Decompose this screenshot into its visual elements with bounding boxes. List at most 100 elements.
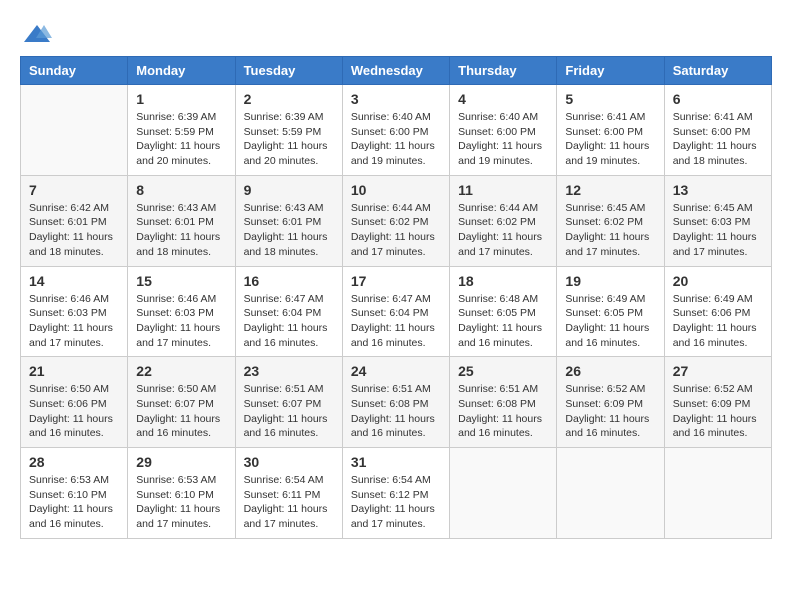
calendar-day-cell: 9 Sunrise: 6:43 AM Sunset: 6:01 PM Daylig…	[235, 175, 342, 266]
day-number: 2	[244, 91, 334, 107]
day-info: Sunrise: 6:50 AM Sunset: 6:07 PM Dayligh…	[136, 382, 226, 441]
weekday-header: Sunday	[21, 57, 128, 85]
day-info: Sunrise: 6:46 AM Sunset: 6:03 PM Dayligh…	[136, 292, 226, 351]
day-number: 12	[565, 182, 655, 198]
calendar-day-cell: 20 Sunrise: 6:49 AM Sunset: 6:06 PM Dayli…	[664, 266, 771, 357]
day-number: 19	[565, 273, 655, 289]
calendar-week-row: 28 Sunrise: 6:53 AM Sunset: 6:10 PM Dayli…	[21, 448, 772, 539]
calendar-day-cell: 15 Sunrise: 6:46 AM Sunset: 6:03 PM Dayli…	[128, 266, 235, 357]
day-number: 1	[136, 91, 226, 107]
weekday-header: Wednesday	[342, 57, 449, 85]
calendar-day-cell: 4 Sunrise: 6:40 AM Sunset: 6:00 PM Daylig…	[450, 85, 557, 176]
weekday-header: Tuesday	[235, 57, 342, 85]
day-number: 23	[244, 363, 334, 379]
weekday-header: Monday	[128, 57, 235, 85]
calendar-day-cell: 26Sunrise: 6:52 AM Sunset: 6:09 PM Dayli…	[557, 357, 664, 448]
calendar-day-cell: 1Sunrise: 6:39 AM Sunset: 5:59 PM Daylig…	[128, 85, 235, 176]
calendar-day-cell: 17Sunrise: 6:47 AM Sunset: 6:04 PM Dayli…	[342, 266, 449, 357]
calendar-day-cell: 16 Sunrise: 6:47 AM Sunset: 6:04 PM Dayli…	[235, 266, 342, 357]
calendar-week-row: 1 Sunrise: 6:39 AM Sunset: 5:59 PM Daylig…	[21, 85, 772, 176]
day-number: 27	[673, 363, 763, 379]
day-info: Sunrise: 6:45 AM Sunset: 6:03 PM Dayligh…	[673, 201, 763, 260]
day-info: Sunrise: 6:49 AM Sunset: 6:05 PM Dayligh…	[565, 292, 655, 351]
day-info: Sunrise: 6:52 AM Sunset: 6:09 PM Dayligh…	[565, 382, 655, 441]
day-number: 9	[244, 182, 334, 198]
day-info: Sunrise: 6:47 AM Sunset: 6:04 PM Dayligh…	[351, 292, 441, 351]
day-info: Sunrise: 6:51 AM Sunset: 6:08 PM Dayligh…	[351, 382, 441, 441]
day-info: Sunrise: 6:44 AM Sunset: 6:02 PM Dayligh…	[351, 201, 441, 260]
calendar-header-row: SundayMondayTuesdayWednesdayThursdayFrid…	[21, 57, 772, 85]
day-number: 3	[351, 91, 441, 107]
day-number: 28	[29, 454, 119, 470]
calendar-day-cell: 10 Sunrise: 6:44 AM Sunset: 6:02 PM Dayli…	[342, 175, 449, 266]
calendar-day-cell: 12 Sunrise: 6:45 AM Sunset: 6:02 PM Dayli…	[557, 175, 664, 266]
day-number: 13	[673, 182, 763, 198]
calendar-day-cell: 29 Sunrise: 6:53 AM Sunset: 6:10 PM Dayli…	[128, 448, 235, 539]
calendar-day-cell: 3 Sunrise: 6:40 AM Sunset: 6:00 PM Daylig…	[342, 85, 449, 176]
logo	[20, 20, 52, 46]
calendar-day-cell: 6Sunrise: 6:41 AM Sunset: 6:00 PM Daylig…	[664, 85, 771, 176]
day-number: 11	[458, 182, 548, 198]
day-info: Sunrise: 6:46 AM Sunset: 6:03 PM Dayligh…	[29, 292, 119, 351]
day-info: Sunrise: 6:47 AM Sunset: 6:04 PM Dayligh…	[244, 292, 334, 351]
calendar-day-cell: 8Sunrise: 6:43 AM Sunset: 6:01 PM Daylig…	[128, 175, 235, 266]
day-info: Sunrise: 6:40 AM Sunset: 6:00 PM Dayligh…	[351, 110, 441, 169]
day-info: Sunrise: 6:43 AM Sunset: 6:01 PM Dayligh…	[244, 201, 334, 260]
day-info: Sunrise: 6:41 AM Sunset: 6:00 PM Dayligh…	[565, 110, 655, 169]
day-number: 30	[244, 454, 334, 470]
day-number: 24	[351, 363, 441, 379]
day-info: Sunrise: 6:49 AM Sunset: 6:06 PM Dayligh…	[673, 292, 763, 351]
day-number: 10	[351, 182, 441, 198]
calendar-day-cell: 19 Sunrise: 6:49 AM Sunset: 6:05 PM Dayli…	[557, 266, 664, 357]
calendar-day-cell: 30Sunrise: 6:54 AM Sunset: 6:11 PM Dayli…	[235, 448, 342, 539]
day-number: 5	[565, 91, 655, 107]
calendar-day-cell	[450, 448, 557, 539]
day-number: 31	[351, 454, 441, 470]
calendar-day-cell: 5 Sunrise: 6:41 AM Sunset: 6:00 PM Daylig…	[557, 85, 664, 176]
day-info: Sunrise: 6:45 AM Sunset: 6:02 PM Dayligh…	[565, 201, 655, 260]
day-info: Sunrise: 6:53 AM Sunset: 6:10 PM Dayligh…	[29, 473, 119, 532]
calendar-week-row: 7Sunrise: 6:42 AM Sunset: 6:01 PM Daylig…	[21, 175, 772, 266]
calendar-day-cell: 18 Sunrise: 6:48 AM Sunset: 6:05 PM Dayli…	[450, 266, 557, 357]
day-info: Sunrise: 6:54 AM Sunset: 6:12 PM Dayligh…	[351, 473, 441, 532]
calendar-day-cell: 25 Sunrise: 6:51 AM Sunset: 6:08 PM Dayli…	[450, 357, 557, 448]
day-number: 15	[136, 273, 226, 289]
day-info: Sunrise: 6:39 AM Sunset: 5:59 PM Dayligh…	[244, 110, 334, 169]
day-number: 25	[458, 363, 548, 379]
weekday-header: Thursday	[450, 57, 557, 85]
day-number: 21	[29, 363, 119, 379]
day-number: 7	[29, 182, 119, 198]
day-number: 14	[29, 273, 119, 289]
calendar-day-cell	[21, 85, 128, 176]
calendar-week-row: 14 Sunrise: 6:46 AM Sunset: 6:03 PM Dayli…	[21, 266, 772, 357]
weekday-header: Saturday	[664, 57, 771, 85]
calendar-day-cell	[557, 448, 664, 539]
day-number: 16	[244, 273, 334, 289]
calendar-week-row: 21Sunrise: 6:50 AM Sunset: 6:06 PM Dayli…	[21, 357, 772, 448]
page-header	[20, 20, 772, 46]
calendar-day-cell: 2 Sunrise: 6:39 AM Sunset: 5:59 PM Daylig…	[235, 85, 342, 176]
calendar-day-cell: 7Sunrise: 6:42 AM Sunset: 6:01 PM Daylig…	[21, 175, 128, 266]
day-info: Sunrise: 6:51 AM Sunset: 6:08 PM Dayligh…	[458, 382, 548, 441]
calendar-day-cell: 31 Sunrise: 6:54 AM Sunset: 6:12 PM Dayli…	[342, 448, 449, 539]
day-info: Sunrise: 6:48 AM Sunset: 6:05 PM Dayligh…	[458, 292, 548, 351]
calendar-day-cell: 14 Sunrise: 6:46 AM Sunset: 6:03 PM Dayli…	[21, 266, 128, 357]
calendar-day-cell: 24 Sunrise: 6:51 AM Sunset: 6:08 PM Dayli…	[342, 357, 449, 448]
day-info: Sunrise: 6:53 AM Sunset: 6:10 PM Dayligh…	[136, 473, 226, 532]
day-number: 29	[136, 454, 226, 470]
day-number: 18	[458, 273, 548, 289]
day-info: Sunrise: 6:40 AM Sunset: 6:00 PM Dayligh…	[458, 110, 548, 169]
calendar-day-cell: 22 Sunrise: 6:50 AM Sunset: 6:07 PM Dayli…	[128, 357, 235, 448]
day-number: 4	[458, 91, 548, 107]
weekday-header: Friday	[557, 57, 664, 85]
day-number: 8	[136, 182, 226, 198]
calendar-day-cell	[664, 448, 771, 539]
calendar-day-cell: 28 Sunrise: 6:53 AM Sunset: 6:10 PM Dayli…	[21, 448, 128, 539]
calendar-day-cell: 11Sunrise: 6:44 AM Sunset: 6:02 PM Dayli…	[450, 175, 557, 266]
day-info: Sunrise: 6:41 AM Sunset: 6:00 PM Dayligh…	[673, 110, 763, 169]
calendar-day-cell: 23Sunrise: 6:51 AM Sunset: 6:07 PM Dayli…	[235, 357, 342, 448]
calendar-day-cell: 27Sunrise: 6:52 AM Sunset: 6:09 PM Dayli…	[664, 357, 771, 448]
calendar-day-cell: 21Sunrise: 6:50 AM Sunset: 6:06 PM Dayli…	[21, 357, 128, 448]
day-number: 22	[136, 363, 226, 379]
day-number: 20	[673, 273, 763, 289]
